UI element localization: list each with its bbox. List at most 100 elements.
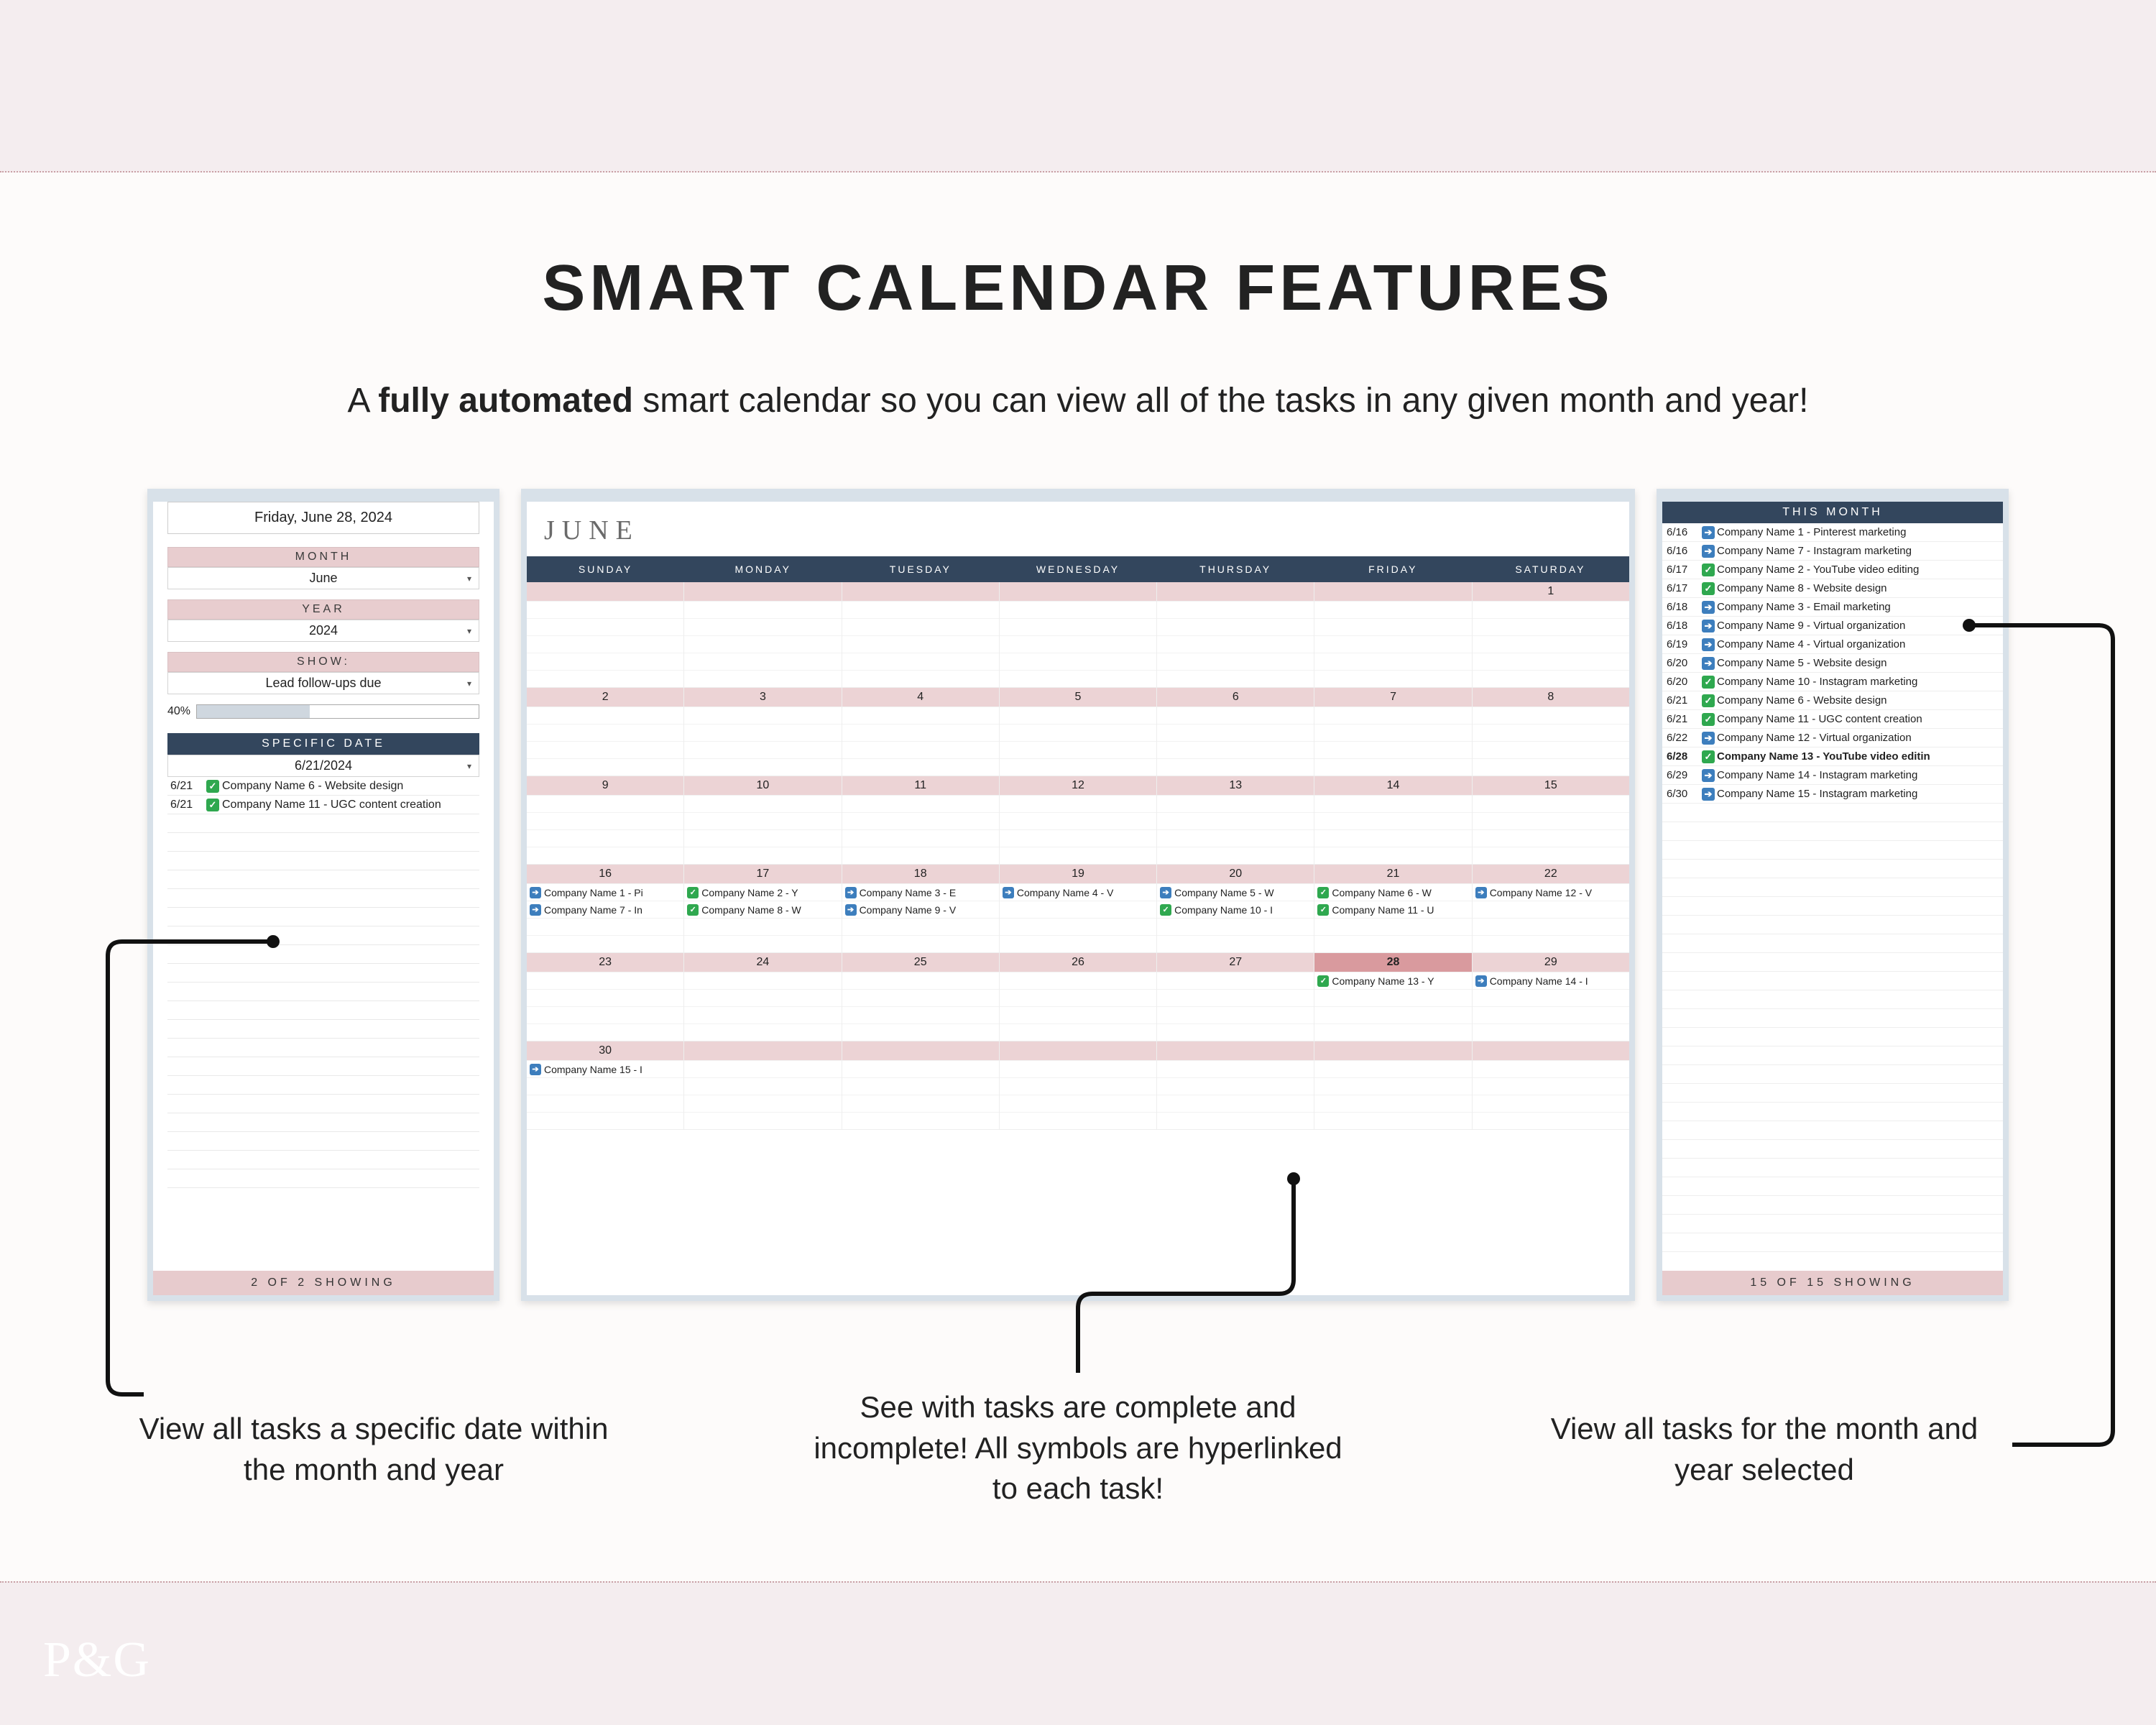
arrow-icon[interactable]: ➔ bbox=[1702, 732, 1715, 745]
arrow-icon[interactable]: ➔ bbox=[530, 904, 541, 916]
arrow-icon[interactable]: ➔ bbox=[1702, 620, 1715, 632]
calendar-task-slot[interactable]: ➔Company Name 14 - I bbox=[1473, 972, 1629, 989]
calendar-day-cell[interactable]: 3 bbox=[684, 688, 842, 776]
arrow-icon[interactable]: ➔ bbox=[845, 887, 857, 898]
calendar-day-cell[interactable]: . bbox=[1000, 1041, 1157, 1129]
calendar-day-cell[interactable]: 15 bbox=[1473, 776, 1629, 864]
month-task-row[interactable]: 6/18➔Company Name 3 - Email marketing bbox=[1662, 598, 2003, 617]
month-task-row[interactable]: 6/21✓Company Name 11 - UGC content creat… bbox=[1662, 710, 2003, 729]
calendar-task-slot[interactable]: ✓Company Name 10 - I bbox=[1157, 901, 1314, 918]
arrow-icon[interactable]: ➔ bbox=[1702, 545, 1715, 558]
calendar-day-cell[interactable]: 2 bbox=[527, 688, 684, 776]
calendar-day-cell[interactable]: 23 bbox=[527, 953, 684, 1041]
check-icon[interactable]: ✓ bbox=[1702, 750, 1715, 763]
check-icon[interactable]: ✓ bbox=[1160, 904, 1171, 916]
month-task-row[interactable]: 6/18➔Company Name 9 - Virtual organizati… bbox=[1662, 617, 2003, 635]
arrow-icon[interactable]: ➔ bbox=[1702, 601, 1715, 614]
calendar-day-cell[interactable]: . bbox=[1157, 1041, 1314, 1129]
arrow-icon[interactable]: ➔ bbox=[530, 1064, 541, 1075]
check-icon[interactable]: ✓ bbox=[1702, 564, 1715, 576]
month-task-row[interactable]: 6/28✓Company Name 13 - YouTube video edi… bbox=[1662, 748, 2003, 766]
check-icon[interactable]: ✓ bbox=[1702, 582, 1715, 595]
arrow-icon[interactable]: ➔ bbox=[1702, 657, 1715, 670]
calendar-day-cell[interactable]: 7 bbox=[1314, 688, 1472, 776]
month-select[interactable]: June ▾ bbox=[167, 567, 479, 589]
arrow-icon[interactable]: ➔ bbox=[1003, 887, 1014, 898]
calendar-day-cell[interactable]: 10 bbox=[684, 776, 842, 864]
month-task-row[interactable]: 6/29➔Company Name 14 - Instagram marketi… bbox=[1662, 766, 2003, 785]
calendar-day-cell[interactable]: 18➔Company Name 3 - E➔Company Name 9 - V bbox=[842, 865, 1000, 952]
arrow-icon[interactable]: ➔ bbox=[1475, 975, 1487, 987]
calendar-day-cell[interactable]: . bbox=[842, 582, 1000, 687]
month-task-row[interactable]: 6/20➔Company Name 5 - Website design bbox=[1662, 654, 2003, 673]
check-icon[interactable]: ✓ bbox=[1702, 676, 1715, 689]
arrow-icon[interactable]: ➔ bbox=[1702, 638, 1715, 651]
calendar-day-cell[interactable]: . bbox=[684, 582, 842, 687]
calendar-task-slot[interactable]: ➔Company Name 1 - Pi bbox=[527, 883, 683, 901]
calendar-day-cell[interactable]: 4 bbox=[842, 688, 1000, 776]
calendar-day-cell[interactable]: 19➔Company Name 4 - V bbox=[1000, 865, 1157, 952]
calendar-task-slot[interactable]: ✓Company Name 2 - Y bbox=[684, 883, 841, 901]
calendar-day-cell[interactable]: 28✓Company Name 13 - Y bbox=[1314, 953, 1472, 1041]
calendar-day-cell[interactable]: 12 bbox=[1000, 776, 1157, 864]
calendar-task-slot[interactable]: ➔Company Name 9 - V bbox=[842, 901, 999, 918]
arrow-icon[interactable]: ➔ bbox=[1702, 769, 1715, 782]
check-icon[interactable]: ✓ bbox=[206, 799, 219, 811]
calendar-task-slot[interactable]: ✓Company Name 13 - Y bbox=[1314, 972, 1471, 989]
show-select[interactable]: Lead follow-ups due ▾ bbox=[167, 672, 479, 694]
check-icon[interactable]: ✓ bbox=[687, 887, 699, 898]
calendar-day-cell[interactable]: 25 bbox=[842, 953, 1000, 1041]
calendar-day-cell[interactable]: . bbox=[1314, 582, 1472, 687]
calendar-day-cell[interactable]: 30➔Company Name 15 - I bbox=[527, 1041, 684, 1129]
month-task-row[interactable]: 6/16➔Company Name 1 - Pinterest marketin… bbox=[1662, 523, 2003, 542]
check-icon[interactable]: ✓ bbox=[1702, 694, 1715, 707]
month-task-row[interactable]: 6/17✓Company Name 2 - YouTube video edit… bbox=[1662, 561, 2003, 579]
calendar-day-cell[interactable]: 20➔Company Name 5 - W✓Company Name 10 - … bbox=[1157, 865, 1314, 952]
calendar-task-slot[interactable]: ➔Company Name 4 - V bbox=[1000, 883, 1156, 901]
calendar-day-cell[interactable]: 29➔Company Name 14 - I bbox=[1473, 953, 1629, 1041]
check-icon[interactable]: ✓ bbox=[687, 904, 699, 916]
arrow-icon[interactable]: ➔ bbox=[530, 887, 541, 898]
arrow-icon[interactable]: ➔ bbox=[1702, 788, 1715, 801]
calendar-day-cell[interactable]: 14 bbox=[1314, 776, 1472, 864]
calendar-task-slot[interactable]: ➔Company Name 12 - V bbox=[1473, 883, 1629, 901]
month-task-row[interactable]: 6/21✓Company Name 6 - Website design bbox=[1662, 691, 2003, 710]
month-task-row[interactable]: 6/20✓Company Name 10 - Instagram marketi… bbox=[1662, 673, 2003, 691]
calendar-task-slot[interactable]: ✓Company Name 6 - W bbox=[1314, 883, 1471, 901]
calendar-day-cell[interactable]: 17✓Company Name 2 - Y✓Company Name 8 - W bbox=[684, 865, 842, 952]
calendar-task-slot[interactable]: ➔Company Name 5 - W bbox=[1157, 883, 1314, 901]
arrow-icon[interactable]: ➔ bbox=[1160, 887, 1171, 898]
calendar-day-cell[interactable]: . bbox=[527, 582, 684, 687]
calendar-day-cell[interactable]: 22➔Company Name 12 - V bbox=[1473, 865, 1629, 952]
calendar-task-slot[interactable]: ➔Company Name 7 - In bbox=[527, 901, 683, 918]
calendar-task-slot[interactable]: ➔Company Name 15 - I bbox=[527, 1060, 683, 1077]
month-task-row[interactable]: 6/16➔Company Name 7 - Instagram marketin… bbox=[1662, 542, 2003, 561]
year-select[interactable]: 2024 ▾ bbox=[167, 620, 479, 642]
calendar-task-slot[interactable]: ✓Company Name 11 - U bbox=[1314, 901, 1471, 918]
check-icon[interactable]: ✓ bbox=[1317, 887, 1329, 898]
calendar-day-cell[interactable]: 11 bbox=[842, 776, 1000, 864]
arrow-icon[interactable]: ➔ bbox=[1475, 887, 1487, 898]
arrow-icon[interactable]: ➔ bbox=[1702, 526, 1715, 539]
calendar-day-cell[interactable]: 6 bbox=[1157, 688, 1314, 776]
check-icon[interactable]: ✓ bbox=[206, 780, 219, 793]
month-task-row[interactable]: 6/22➔Company Name 12 - Virtual organizat… bbox=[1662, 729, 2003, 748]
calendar-day-cell[interactable]: 8 bbox=[1473, 688, 1629, 776]
task-row[interactable]: 6/21✓Company Name 11 - UGC content creat… bbox=[167, 796, 479, 814]
calendar-day-cell[interactable]: 16➔Company Name 1 - Pi➔Company Name 7 - … bbox=[527, 865, 684, 952]
calendar-day-cell[interactable]: 1 bbox=[1473, 582, 1629, 687]
calendar-day-cell[interactable]: 24 bbox=[684, 953, 842, 1041]
calendar-task-slot[interactable]: ✓Company Name 8 - W bbox=[684, 901, 841, 918]
task-row[interactable]: 6/21✓Company Name 6 - Website design bbox=[167, 777, 479, 796]
calendar-day-cell[interactable]: 13 bbox=[1157, 776, 1314, 864]
calendar-day-cell[interactable]: . bbox=[1000, 582, 1157, 687]
calendar-day-cell[interactable]: 26 bbox=[1000, 953, 1157, 1041]
calendar-day-cell[interactable]: 9 bbox=[527, 776, 684, 864]
specific-date-select[interactable]: 6/21/2024 ▾ bbox=[167, 755, 479, 777]
month-task-row[interactable]: 6/30➔Company Name 15 - Instagram marketi… bbox=[1662, 785, 2003, 804]
check-icon[interactable]: ✓ bbox=[1702, 713, 1715, 726]
calendar-day-cell[interactable]: . bbox=[1314, 1041, 1472, 1129]
month-task-row[interactable]: 6/19➔Company Name 4 - Virtual organizati… bbox=[1662, 635, 2003, 654]
arrow-icon[interactable]: ➔ bbox=[845, 904, 857, 916]
calendar-day-cell[interactable]: 5 bbox=[1000, 688, 1157, 776]
